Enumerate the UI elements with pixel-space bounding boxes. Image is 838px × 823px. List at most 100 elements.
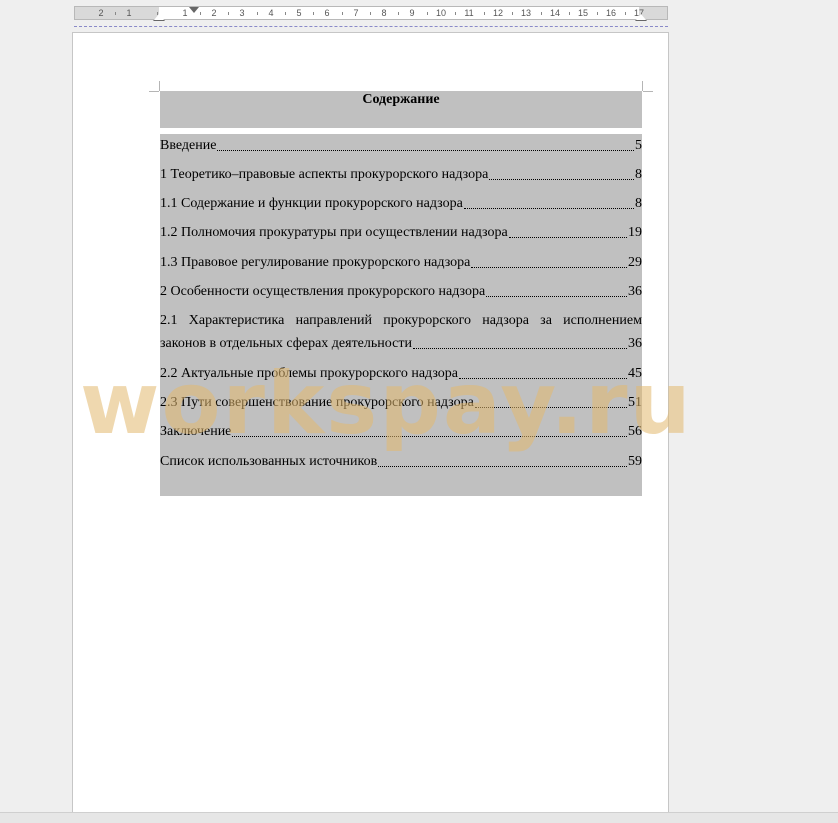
- toc-entry-word: за: [540, 313, 552, 328]
- dot-leader: [232, 435, 627, 437]
- ruler-number: 10: [435, 8, 447, 18]
- ruler-tick: [228, 12, 229, 15]
- dot-leader: [463, 207, 634, 209]
- ruler-tick: [342, 12, 343, 15]
- toc-entry[interactable]: 1.1 Содержание и функции прокурорского н…: [160, 196, 642, 212]
- ruler-number: 15: [577, 8, 589, 18]
- toc-entry[interactable]: Заключение 56: [160, 424, 642, 440]
- toc-entry-page: 45: [628, 366, 642, 381]
- toc-entry-page: 51: [628, 395, 642, 410]
- toc-entry-word: исполнением: [563, 313, 642, 328]
- ruler-number: 6: [324, 8, 330, 18]
- toc-entry-page: 19: [628, 225, 642, 240]
- crop-mark: [643, 91, 653, 92]
- toc-separator: [160, 128, 642, 134]
- ruler-tick: [115, 12, 116, 15]
- ruler-number: 3: [239, 8, 245, 18]
- ruler-number: 13: [520, 8, 532, 18]
- ruler-number: 4: [268, 8, 274, 18]
- dot-leader: [474, 406, 627, 408]
- toc-entry[interactable]: 1.2 Полномочия прокуратуры при осуществл…: [160, 225, 642, 241]
- first-line-indent-marker[interactable]: [189, 7, 199, 13]
- ruler-tick: [541, 12, 542, 15]
- toc-entry-label: Заключение: [160, 424, 232, 439]
- page-boundary-guide: [74, 26, 668, 27]
- toc-entry-word: 2.1: [160, 313, 178, 328]
- ruler-tick: [484, 12, 485, 15]
- toc-entry-word: прокурорского: [383, 313, 471, 328]
- crop-mark: [159, 81, 160, 91]
- ruler-number: 1: [182, 8, 188, 18]
- ruler-left-margin: [75, 7, 159, 19]
- ruler-tick: [285, 12, 286, 15]
- toc-entry[interactable]: Введение 5: [160, 138, 642, 154]
- dot-leader: [471, 266, 627, 268]
- dot-leader: [217, 149, 634, 151]
- ruler-number: 9: [409, 8, 415, 18]
- toc-entry-label: 2.2 Актуальные проблемы прокурорского на…: [160, 366, 458, 381]
- ruler-number: 2: [211, 8, 217, 18]
- toc-entry-page: 36: [628, 284, 642, 299]
- crop-mark: [149, 91, 159, 92]
- ruler-number: 16: [605, 8, 617, 18]
- right-indent-marker[interactable]: [635, 14, 647, 21]
- ruler-number: 5: [296, 8, 302, 18]
- dot-leader: [378, 465, 627, 467]
- document-page[interactable]: Содержание Введение 5 1 Теоретико–правов…: [72, 32, 669, 822]
- toc-entry[interactable]: 2.2 Актуальные проблемы прокурорского на…: [160, 366, 642, 382]
- dot-leader: [459, 377, 627, 379]
- toc-entry-word: направлений: [295, 313, 372, 328]
- toc-title: Содержание: [362, 92, 440, 107]
- horizontal-ruler[interactable]: 2 1 1 2 3 4 5 6 7 8 9 10 11 12 13 14 15 16 17: [74, 6, 668, 21]
- ruler-tick: [200, 12, 201, 15]
- ruler-number: 14: [549, 8, 561, 18]
- toc-entry-label: 1.3 Правовое регулирование прокурорского…: [160, 255, 471, 270]
- toc-entry-label: 1.1 Содержание и функции прокурорского н…: [160, 196, 463, 211]
- ruler-number: 7: [353, 8, 359, 18]
- toc-entry[interactable]: 2.3 Пути совершенствование прокурорского…: [160, 395, 642, 411]
- toc-entry-label: Список использованных источников: [160, 454, 378, 469]
- toc-entry-page: 59: [628, 454, 642, 469]
- ruler-tick: [569, 12, 570, 15]
- toc-entry[interactable]: 1 Теоретико–правовые аспекты прокурорско…: [160, 167, 642, 183]
- toc-entry[interactable]: 1.3 Правовое регулирование прокурорского…: [160, 255, 642, 271]
- ruler-tick: [398, 12, 399, 15]
- toc-entry-label: 1 Теоретико–правовые аспекты прокурорско…: [160, 167, 489, 182]
- toc-entry-word: надзора: [482, 313, 529, 328]
- ruler-number: 2: [98, 8, 104, 18]
- dot-leader: [489, 178, 634, 180]
- ruler-number: 1: [126, 8, 132, 18]
- toc-entry-label: 2.3 Пути совершенствование прокурорского…: [160, 395, 474, 410]
- toc-entry-page: 29: [628, 255, 642, 270]
- toc-entry-page: 36: [628, 336, 642, 351]
- dot-leader: [508, 236, 627, 238]
- toc-entry-label: законов в отдельных сферах деятельности: [160, 336, 412, 351]
- ruler-tick: [625, 12, 626, 15]
- toc-entry-line1[interactable]: 2.1 Характеристика направлений прокурорског…: [160, 313, 642, 329]
- toc-entry-page: 8: [635, 196, 642, 211]
- ruler-number: 8: [381, 8, 387, 18]
- ruler-tick: [512, 12, 513, 15]
- ruler-tick: [455, 12, 456, 15]
- toc-entry-page: 8: [635, 167, 642, 182]
- ruler-number: 12: [492, 8, 504, 18]
- dot-leader: [486, 295, 627, 297]
- toc-entry-label: Введение: [160, 138, 217, 153]
- ruler-tick: [427, 12, 428, 15]
- left-indent-marker[interactable]: [153, 14, 165, 21]
- dot-leader: [412, 347, 627, 349]
- crop-mark: [642, 81, 643, 91]
- toc-entry[interactable]: Список использованных источников 59: [160, 454, 642, 470]
- ruler-number: 11: [464, 8, 474, 18]
- ruler-tick: [257, 12, 258, 15]
- toc-entry[interactable]: законов в отдельных сферах деятельности …: [160, 336, 642, 352]
- toc-entry-page: 5: [635, 138, 642, 153]
- table-of-contents[interactable]: Содержание Введение 5 1 Теоретико–правов…: [160, 91, 642, 496]
- horizontal-scrollbar[interactable]: [0, 812, 838, 823]
- ruler-tick: [597, 12, 598, 15]
- ruler-tick: [313, 12, 314, 15]
- toc-entry[interactable]: 2 Особенности осуществления прокурорског…: [160, 284, 642, 300]
- ruler-tick: [370, 12, 371, 15]
- toc-entry-label: 1.2 Полномочия прокуратуры при осуществл…: [160, 225, 508, 240]
- toc-entry-page: 56: [628, 424, 642, 439]
